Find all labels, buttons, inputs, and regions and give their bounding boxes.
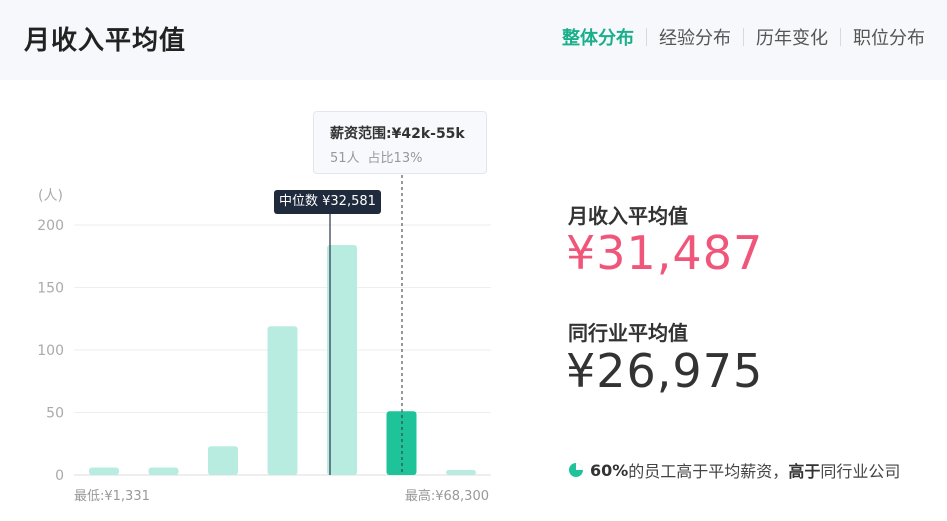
histogram-bar[interactable] — [267, 326, 298, 475]
average-income-label: 月收入平均值 — [568, 204, 688, 228]
tab-history[interactable]: 历年变化 — [756, 24, 828, 50]
tab-divider — [646, 28, 647, 46]
summary-bold-text: 高于 — [788, 462, 821, 481]
average-income-value: ¥31,487 — [566, 226, 764, 280]
histogram-bar[interactable] — [446, 470, 476, 475]
median-badge: 中位数 ¥32,581 — [274, 190, 381, 214]
min-salary-label: 最低:¥1,331 — [74, 489, 150, 504]
y-axis-unit-label: (人) — [38, 188, 63, 204]
tab-experience[interactable]: 经验分布 — [659, 24, 731, 50]
summary-text-2: 同行业公司 — [820, 462, 901, 481]
y-tick-label: 50 — [46, 406, 64, 422]
y-tick-label: 100 — [37, 343, 64, 359]
summary-note: 60% 的员工高于平均薪资， 高于 同行业公司 — [568, 458, 900, 482]
tab-position[interactable]: 职位分布 — [853, 24, 925, 50]
histogram-bar[interactable] — [89, 467, 119, 476]
tooltip-share: 占比13% — [367, 151, 423, 166]
page-title: 月收入平均值 — [24, 26, 187, 56]
pie-chart-icon — [569, 463, 583, 477]
tab-bar: 整体分布 经验分布 历年变化 职位分布 — [562, 24, 925, 50]
tooltip-detail: 51人 占比13% — [330, 147, 422, 166]
bar-tooltip: 薪资范围:¥42k-55k 51人 占比13% — [313, 111, 487, 174]
tab-divider — [743, 28, 744, 46]
summary-percent: 60% — [590, 460, 629, 480]
summary-text-1: 的员工高于平均薪资， — [628, 462, 789, 481]
histogram-bar[interactable] — [208, 446, 238, 475]
max-salary-label: 最高:¥68,300 — [405, 488, 489, 504]
y-tick-label: 0 — [55, 468, 64, 484]
histogram-bar[interactable] — [327, 245, 357, 475]
tooltip-title: 薪资范围:¥42k-55k — [330, 126, 465, 142]
header-bar: 月收入平均值 整体分布 经验分布 历年变化 职位分布 — [0, 0, 947, 80]
histogram-bar[interactable] — [148, 467, 179, 476]
tooltip-count: 51人 — [330, 151, 360, 166]
y-tick-label: 150 — [37, 281, 64, 297]
tab-divider — [840, 28, 841, 46]
industry-average-value: ¥26,975 — [566, 344, 764, 398]
y-tick-label: 200 — [37, 218, 64, 234]
industry-average-label: 同行业平均值 — [568, 321, 688, 345]
tab-overall[interactable]: 整体分布 — [562, 24, 634, 50]
